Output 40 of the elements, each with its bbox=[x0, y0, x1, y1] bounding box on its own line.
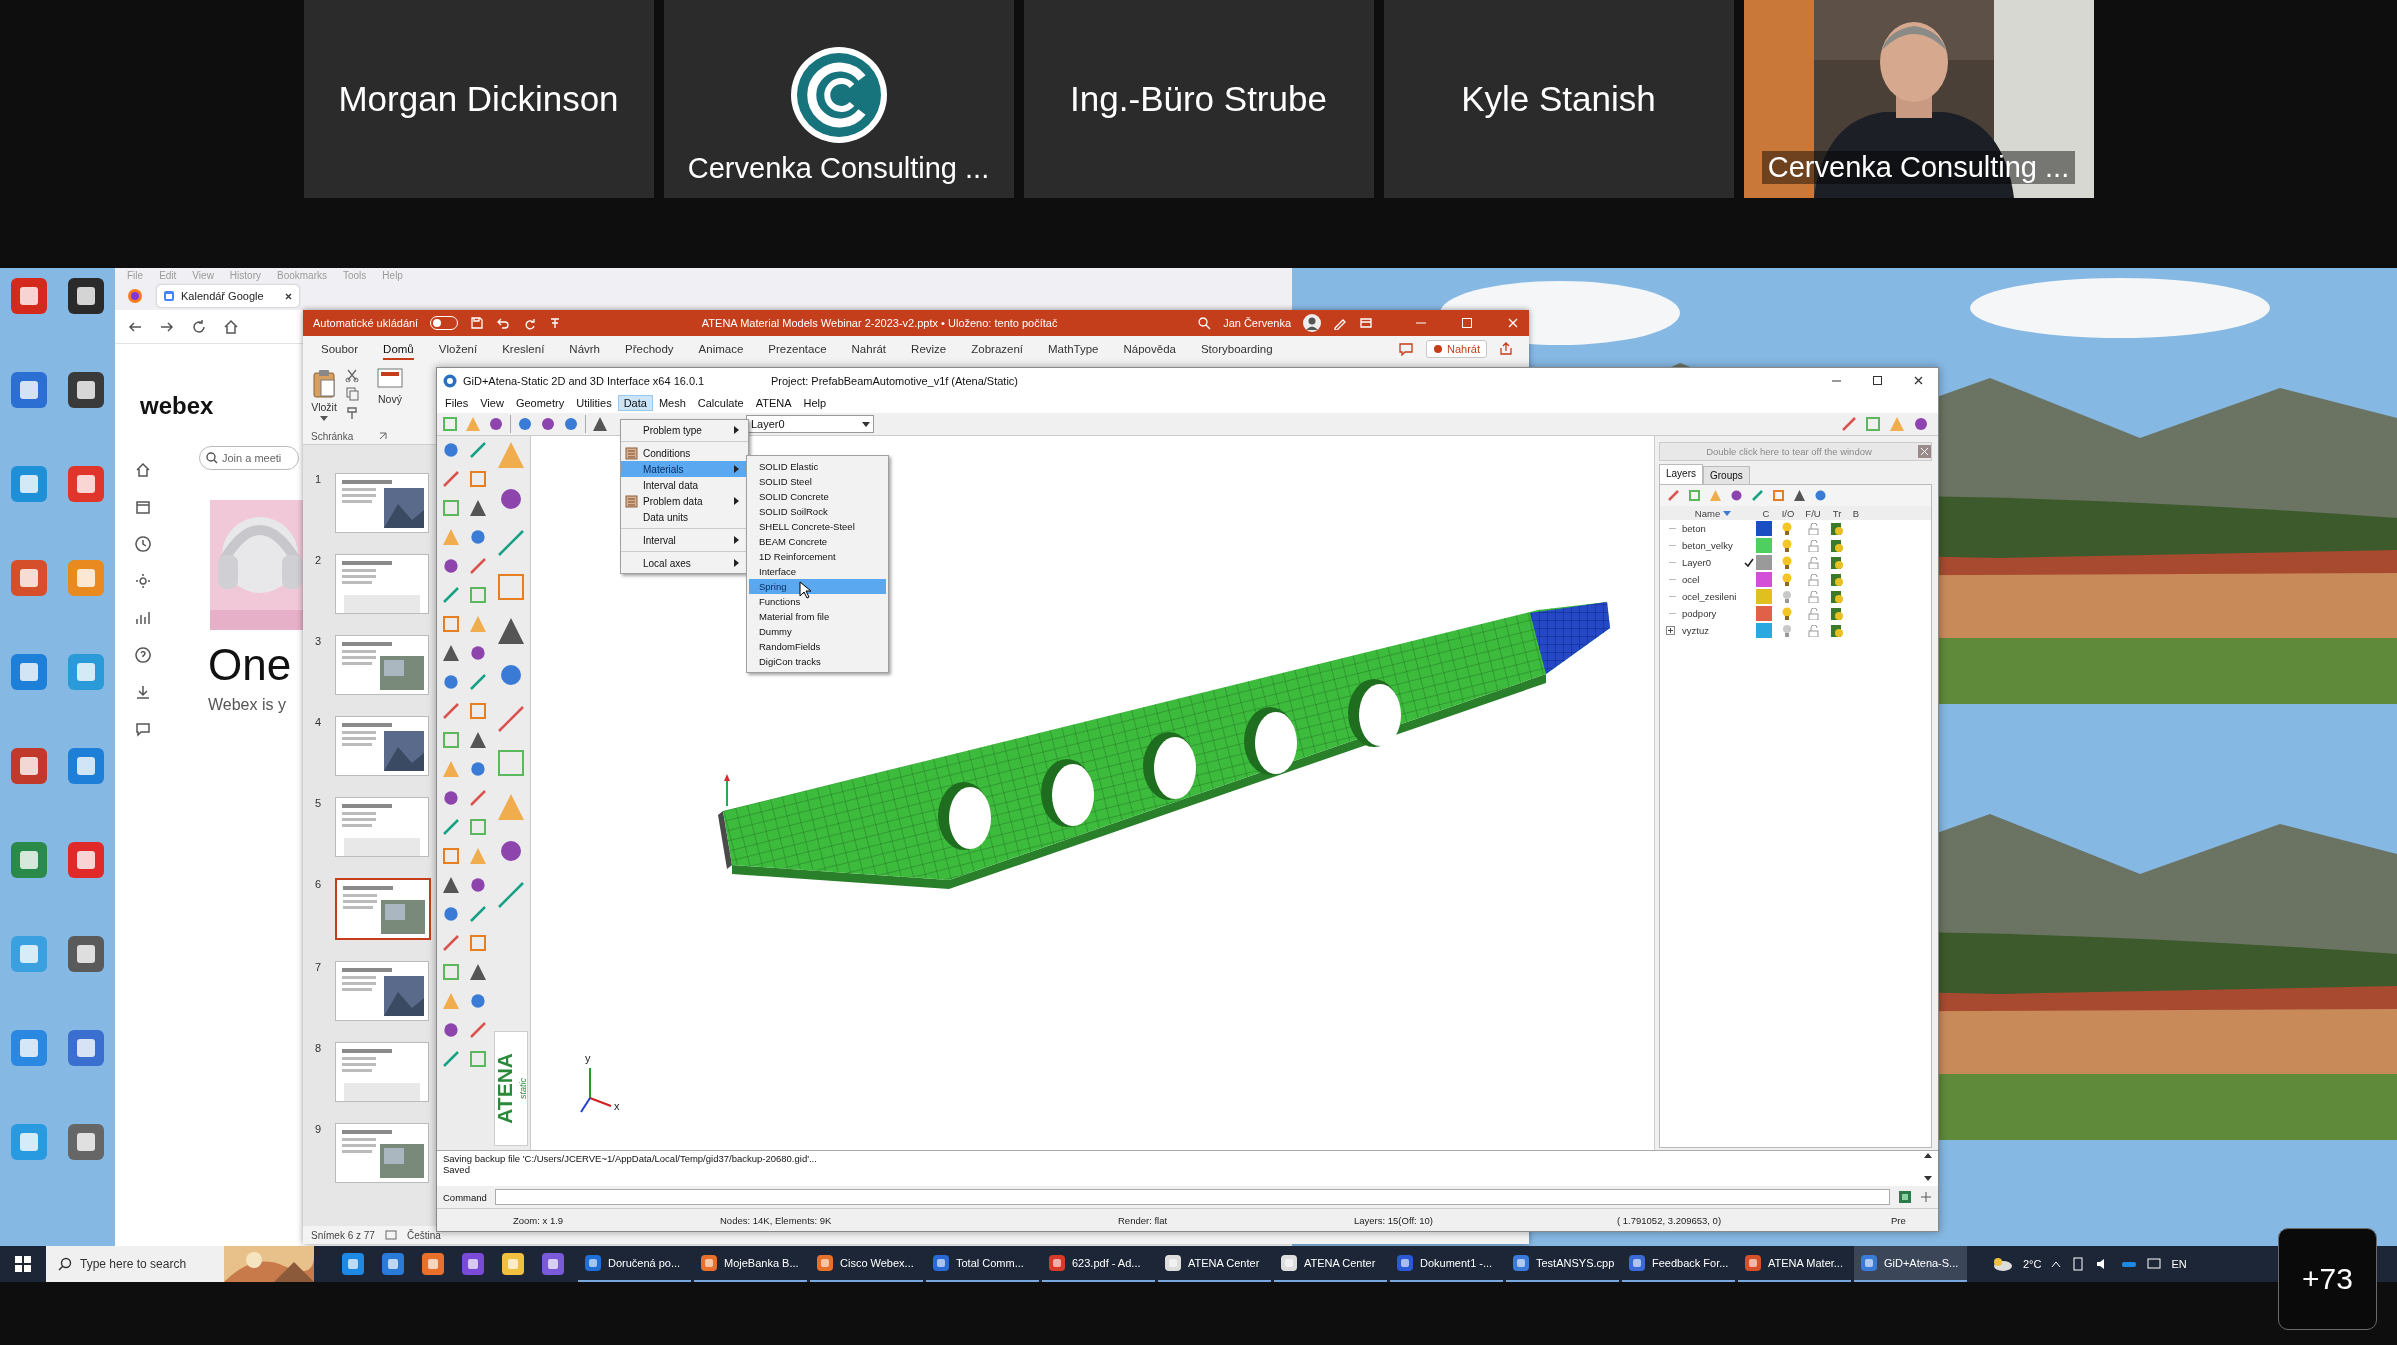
search-field[interactable]: Type here to search bbox=[46, 1246, 224, 1282]
app-icon bbox=[1628, 1254, 1646, 1272]
participant-name: Morgan Dickinson bbox=[338, 79, 619, 119]
app-icon bbox=[1048, 1254, 1066, 1272]
taskbar-button[interactable]: ATENA Mater... bbox=[1738, 1246, 1851, 1282]
app-icon bbox=[1396, 1254, 1414, 1272]
taskbar-button[interactable]: GiD+Atena-S... bbox=[1854, 1246, 1967, 1282]
app-icon bbox=[1512, 1254, 1530, 1272]
start-icon[interactable] bbox=[15, 1256, 31, 1272]
temperature[interactable]: 2°C bbox=[2023, 1258, 2042, 1270]
taskbar-button[interactable]: ATENA Center bbox=[1274, 1246, 1387, 1282]
app-icon bbox=[1744, 1254, 1762, 1272]
app-icon bbox=[932, 1254, 950, 1272]
participant-name: Cervenka Consulting ... bbox=[687, 152, 990, 185]
app-icon bbox=[1164, 1254, 1182, 1272]
more-participants-button[interactable]: +73 bbox=[2278, 1228, 2377, 1330]
participant-name: Ing.-Büro Strube bbox=[1070, 79, 1327, 119]
app-icon bbox=[816, 1254, 834, 1272]
app-icon bbox=[1280, 1254, 1298, 1272]
logo-icon bbox=[789, 46, 888, 144]
chevron-icon[interactable] bbox=[2051, 1260, 2062, 1268]
participant-name: Cervenka Consulting ... bbox=[1761, 151, 2076, 184]
taskbar-button[interactable]: Feedback For... bbox=[1622, 1246, 1735, 1282]
taskbar-button[interactable]: Doručená po... bbox=[578, 1246, 691, 1282]
monitor-icon[interactable] bbox=[2147, 1257, 2162, 1271]
taskbar-button[interactable]: ATENA Center bbox=[1158, 1246, 1271, 1282]
search-icon bbox=[58, 1257, 72, 1271]
taskbar-button[interactable]: Dokument1 -... bbox=[1390, 1246, 1503, 1282]
taskbar-button[interactable]: TestANSYS.cpp bbox=[1506, 1246, 1619, 1282]
taskbar-button[interactable]: Cisco Webex... bbox=[810, 1246, 923, 1282]
app-icon bbox=[1860, 1254, 1878, 1272]
taskbar-button[interactable]: 623.pdf - Ad... bbox=[1042, 1246, 1155, 1282]
device-icon[interactable] bbox=[2071, 1257, 2086, 1271]
app-icon bbox=[700, 1254, 718, 1272]
taskbar-button[interactable]: Total Comm... bbox=[926, 1246, 1039, 1282]
app-icon bbox=[584, 1254, 602, 1272]
taskbar-button[interactable]: MojeBanka B... bbox=[694, 1246, 807, 1282]
input-language[interactable]: EN bbox=[2171, 1258, 2187, 1270]
participant-name: Kyle Stanish bbox=[1461, 79, 1656, 119]
weather-icon[interactable] bbox=[1991, 1256, 2013, 1272]
